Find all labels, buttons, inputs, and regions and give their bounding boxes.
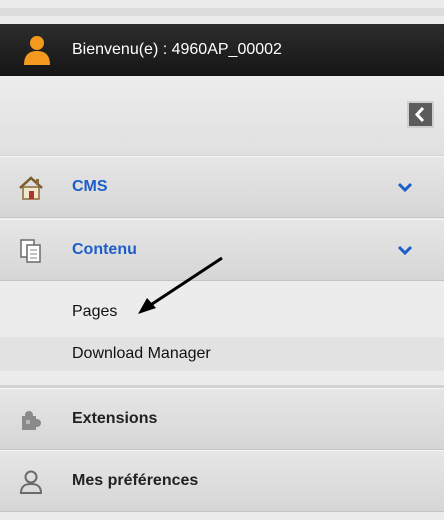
chevron-left-icon <box>414 106 425 123</box>
chevron-down-icon <box>397 245 413 256</box>
top-strip <box>0 0 444 24</box>
menu-label-preferences: Mes préférences <box>72 472 199 489</box>
collapse-sidebar-button[interactable] <box>407 101 434 128</box>
documents-icon <box>20 239 41 263</box>
menu-item-cms[interactable]: CMS <box>0 156 444 218</box>
user-icon <box>24 36 50 65</box>
annotation-arrow <box>138 256 223 314</box>
menu-item-preferences[interactable]: Mes préférences <box>0 450 444 512</box>
menu-label-contenu: Contenu <box>72 241 137 258</box>
submenu-item-download-manager[interactable]: Download Manager <box>0 337 444 371</box>
welcome-text: Bienvenu(e) : 4960AP_00002 <box>72 41 282 58</box>
puzzle-icon <box>22 411 41 430</box>
bottom-strip <box>0 512 444 520</box>
home-icon <box>19 176 43 200</box>
user-bar: Bienvenu(e) : 4960AP_00002 <box>0 24 444 76</box>
menu-item-extensions[interactable]: Extensions <box>0 388 444 450</box>
menu-label-extensions: Extensions <box>72 410 158 427</box>
menu-label-cms: CMS <box>72 178 108 195</box>
submenu-label-download-manager: Download Manager <box>72 345 211 362</box>
sidebar-toggle-area <box>0 76 444 156</box>
submenu-label-pages: Pages <box>72 303 118 320</box>
person-icon <box>19 470 43 494</box>
chevron-down-icon <box>397 182 413 193</box>
